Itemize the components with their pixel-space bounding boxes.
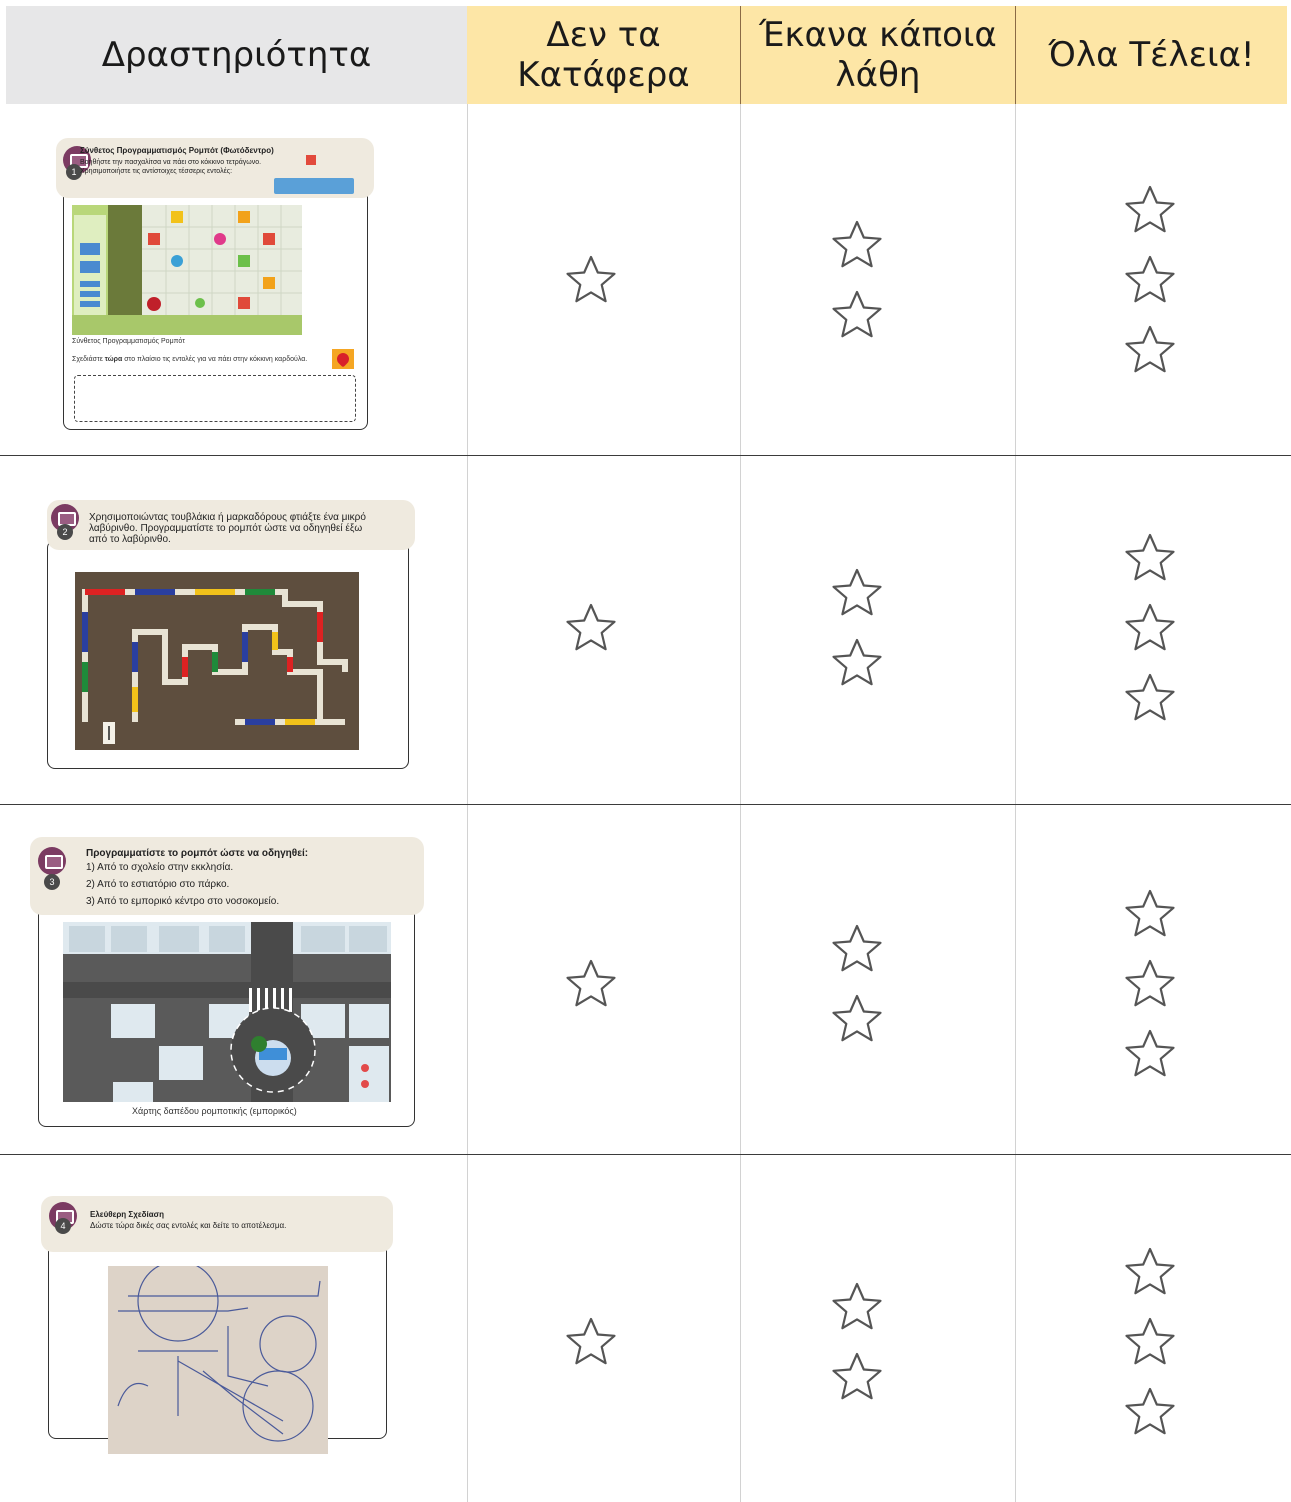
rating-star-icon[interactable] [565,254,617,306]
activity-number: 4 [55,1218,71,1234]
rating-star-icon[interactable] [1124,958,1176,1010]
header-perfect-label: Όλα Τέλεια! [1048,35,1255,75]
activity-number: 2 [57,524,73,540]
rating-star-icon[interactable] [831,637,883,689]
rating-star-icon[interactable] [1124,324,1176,376]
column-divider [467,104,468,1502]
activity-line: Χρησιμοποιώντας τουβλάκια ή μαρκαδόρους … [89,512,366,523]
rating-star-icon[interactable] [1124,888,1176,940]
rating-star-icon[interactable] [1124,254,1176,306]
column-divider [740,104,741,1502]
rating-star-icon[interactable] [1124,1028,1176,1080]
activity-title: Προγραμματίστε το ρομπότ ώστε να οδηγηθε… [86,848,309,859]
maze-photo [75,572,359,750]
row-divider [0,1154,1291,1155]
header-divider [1015,6,1016,104]
column-divider [1015,104,1016,1502]
rating-star-icon[interactable] [565,602,617,654]
activity-banner-4: 4 Ελεύθερη Σχεδίαση Δώστε τώρα δικές σας… [41,1196,393,1252]
header-divider [740,6,741,104]
rating-star-icon[interactable] [565,958,617,1010]
activity-line: Βοηθήστε την πασχαλίτσα να πάει στο κόκκ… [80,159,262,166]
header-perfect: Όλα Τέλεια! [1016,6,1287,104]
activity-title: Σύνθετος Προγραμματισμός Ρομπότ (Φωτόδεν… [80,146,274,155]
free-drawing-photo [108,1266,328,1454]
header-some-mistakes-label: Έκανα κάποια λάθη [759,15,997,95]
header-failed-label: Δεν τα Κατάφερα [517,15,690,95]
rating-star-icon[interactable] [831,1281,883,1333]
activity-title: Ελεύθερη Σχεδίαση [90,1210,164,1219]
rating-star-icon[interactable] [831,567,883,619]
rating-star-icon[interactable] [831,289,883,341]
activity-number: 3 [44,874,60,890]
rating-star-icon[interactable] [1124,532,1176,584]
activity-line: Χρησιμοποιήστε τις αντίστοιχες τέσσερις … [80,168,233,175]
rating-star-icon[interactable] [565,1316,617,1368]
activity-line: λαβύρινθο. Προγραμματίστε το ρομπότ ώστε… [89,523,363,534]
rating-star-icon[interactable] [831,923,883,975]
header-activity-label: Δραστηριότητα [101,35,372,75]
activity-instruction: Σχεδιάστε τώρα στο πλαίσιο τις εντολές γ… [72,356,307,363]
instruction-text: στο πλαίσιο τις εντολές για να πάει στην… [122,356,308,363]
answer-box[interactable] [74,375,356,422]
header-activity: Δραστηριότητα [6,6,467,104]
activity-banner-2: 2 Χρησιμοποιώντας τουβλάκια ή μαρκαδόρου… [47,500,415,550]
rating-star-icon[interactable] [831,1351,883,1403]
activity-banner-3: 3 Προγραμματίστε το ρομπότ ώστε να οδηγη… [30,837,424,915]
row-divider [0,455,1291,456]
instruction-text: Σχεδιάστε [72,356,105,363]
rating-star-icon[interactable] [1124,1246,1176,1298]
rating-star-icon[interactable] [1124,602,1176,654]
activity-line: Δώστε τώρα δικές σας εντολές και δείτε τ… [90,1221,287,1230]
row-divider [0,804,1291,805]
activity-line: 1) Από το σχολείο στην εκκλησία. [86,862,234,873]
activity-line: 2) Από το εστιατόριο στο πάρκο. [86,879,230,890]
image-caption: Χάρτης δαπέδου ρομποτικής (εμπορικός) [132,1106,297,1116]
red-square-icon [306,155,316,165]
activity-line: 3) Από το εμπορικό κέντρο στο νοσοκομείο… [86,896,280,907]
header-some-mistakes: Έκανα κάποια λάθη [741,6,1015,104]
header-failed: Δεν τα Κατάφερα [467,6,740,104]
robot-grid-image [72,205,302,335]
image-caption: Σύνθετος Προγραμματισμός Ρομπότ [72,338,185,345]
activity-line: από το λαβύρινθο. [89,534,171,545]
computer-icon [38,847,66,875]
rating-star-icon[interactable] [1124,184,1176,236]
activity-banner-1: 1 Σύνθετος Προγραμματισμός Ρομπότ (Φωτόδ… [56,138,374,198]
rating-star-icon[interactable] [1124,672,1176,724]
command-arrows-icon [274,178,354,194]
heart-icon [332,349,354,369]
instruction-bold: τώρα [104,356,123,363]
rating-star-icon[interactable] [831,993,883,1045]
rating-star-icon[interactable] [831,219,883,271]
rating-star-icon[interactable] [1124,1316,1176,1368]
city-map-image [63,922,391,1102]
rating-star-icon[interactable] [1124,1386,1176,1438]
